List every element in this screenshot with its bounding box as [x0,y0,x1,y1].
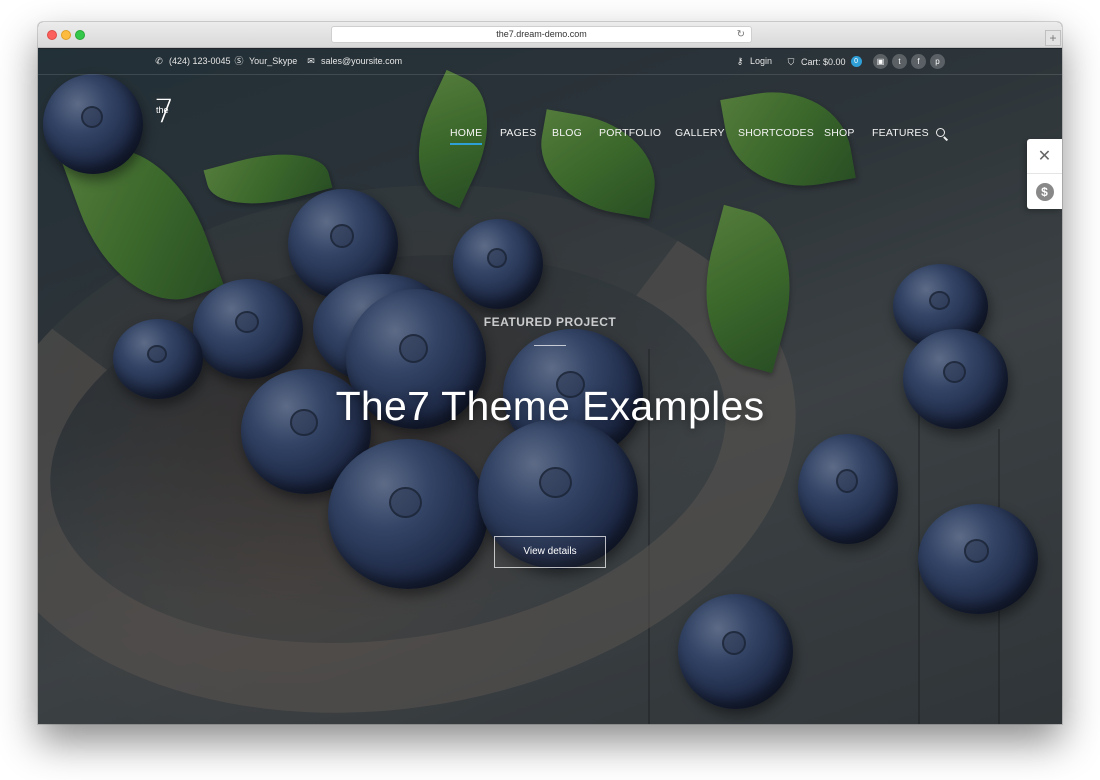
facebook-icon[interactable]: f [911,54,926,69]
nav-item-portfolio[interactable]: PORTFOLIO [599,127,661,139]
cart-count-badge: 0 [850,56,862,67]
login-link[interactable]: ⚷ Login [735,56,772,66]
kicker-divider [534,345,566,346]
nav-item-shortcodes[interactable]: SHORTCODES [738,127,814,139]
basket-icon: ⛉ [787,56,795,67]
new-tab-button[interactable]: + [1045,30,1061,46]
nav-item-home[interactable]: HOME [450,127,483,145]
view-details-button[interactable]: View details [494,536,606,568]
reload-icon[interactable]: ↻ [737,27,745,42]
close-window-button[interactable] [47,30,57,40]
key-icon: ⚷ [736,56,744,66]
email-text: sales@yoursite.com [321,56,403,66]
skype-text: Your_Skype [249,56,298,66]
nav-item-shop[interactable]: SHOP [824,127,855,139]
nav-item-blog[interactable]: BLOG [552,127,582,139]
logo-word: the [156,105,169,115]
floating-side-panel: ✕ $ [1027,139,1062,209]
phone-contact[interactable]: ✆ (424) 123-0045 [154,56,231,66]
cart-text: Cart: $0.00 [801,56,846,67]
mail-icon: ✉ [307,56,315,66]
email-contact[interactable]: ✉ sales@yoursite.com [306,56,402,66]
browser-titlebar: the7.dream-demo.com ↻ + [38,22,1062,48]
tools-icon[interactable]: ✕ [1027,139,1062,174]
browser-window: the7.dream-demo.com ↻ + ✆ (424) 123-0045… [38,22,1062,724]
site-logo[interactable]: 7 the [150,91,180,139]
login-text: Login [750,56,773,66]
buy-button[interactable]: $ [1027,174,1062,209]
twitter-icon[interactable]: t [892,54,907,69]
address-bar[interactable]: the7.dream-demo.com ↻ [331,26,752,43]
hero-kicker: FEATURED PROJECT [483,315,617,329]
zoom-window-button[interactable] [75,30,85,40]
hero-title: The7 Theme Examples [335,383,765,429]
skype-icon: Ⓢ [234,56,244,66]
search-icon[interactable] [936,128,949,141]
top-info-bar: ✆ (424) 123-0045 Ⓢ Your_Skype ✉ sales@yo… [38,49,1062,75]
nav-item-gallery[interactable]: GALLERY [675,127,725,139]
phone-icon: ✆ [155,56,163,66]
url-text: the7.dream-demo.com [496,29,587,39]
cart-link[interactable]: ⛉ Cart: $0.00 0 [786,56,862,67]
nav-item-features[interactable]: FEATURES [872,127,929,139]
skype-contact[interactable]: Ⓢ Your_Skype [234,56,297,66]
instagram-icon[interactable]: ▣ [873,54,888,69]
nav-item-pages[interactable]: PAGES [500,127,536,139]
minimize-window-button[interactable] [61,30,71,40]
dollar-coin-icon: $ [1035,182,1054,201]
pinterest-icon[interactable]: p [930,54,945,69]
page-viewport: ✆ (424) 123-0045 Ⓢ Your_Skype ✉ sales@yo… [38,49,1062,724]
phone-text: (424) 123-0045 [169,56,231,66]
